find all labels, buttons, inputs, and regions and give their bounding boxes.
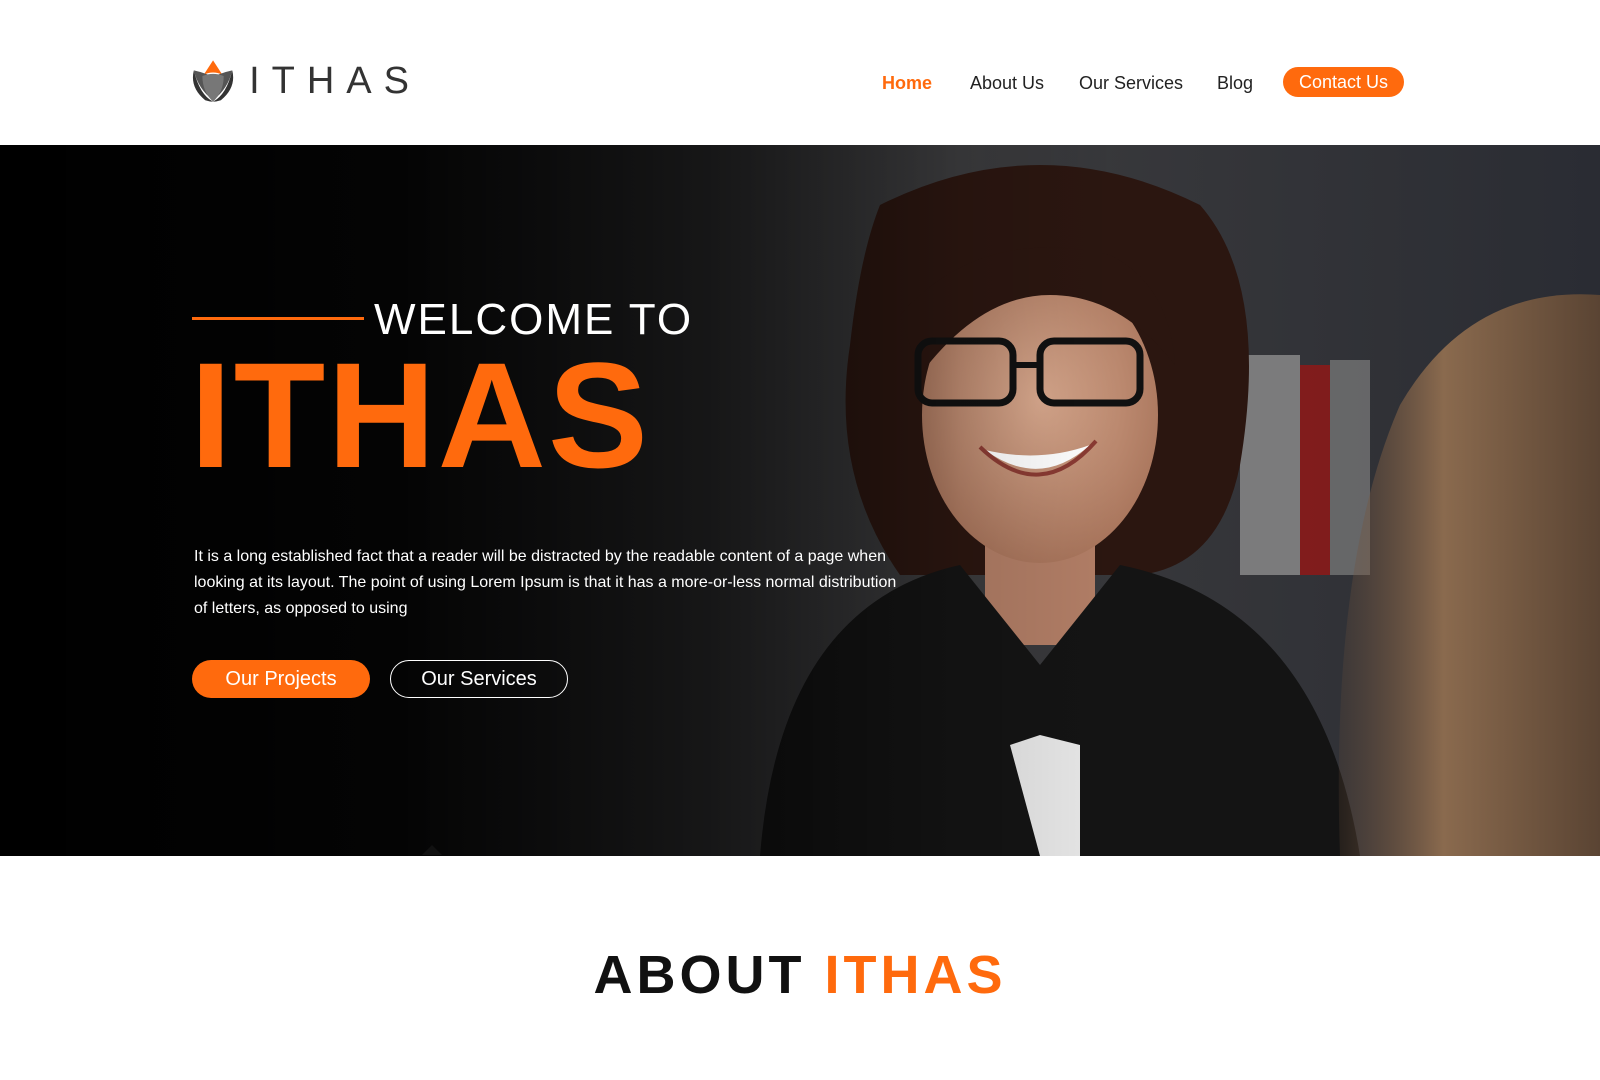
nav-home[interactable]: Home [882, 67, 932, 99]
main-nav: Home About Us Our Services Blog Contact … [0, 67, 1600, 99]
hero-title: ITHAS [190, 331, 650, 499]
nav-our-services[interactable]: Our Services [1079, 67, 1183, 99]
about-title-prefix: ABOUT [593, 945, 806, 1005]
nav-about-us[interactable]: About Us [970, 67, 1044, 99]
nav-blog[interactable]: Blog [1217, 67, 1253, 99]
slider-caret-icon [422, 845, 442, 855]
site-header: ITHAS Home About Us Our Services Blog Co… [0, 0, 1600, 145]
hero-dark-gradient-overlay [0, 145, 1600, 856]
welcome-accent-line [192, 317, 364, 320]
hero-section: WELCOME TO ITHAS It is a long establishe… [0, 145, 1600, 856]
our-projects-button[interactable]: Our Projects [192, 660, 370, 698]
about-title-accent: ITHAS [824, 945, 1007, 1005]
our-services-button[interactable]: Our Services [390, 660, 568, 698]
about-section-title: ABOUT ITHAS [0, 944, 1600, 1006]
contact-us-button[interactable]: Contact Us [1283, 67, 1405, 97]
hero-description: It is a long established fact that a rea… [194, 548, 897, 617]
